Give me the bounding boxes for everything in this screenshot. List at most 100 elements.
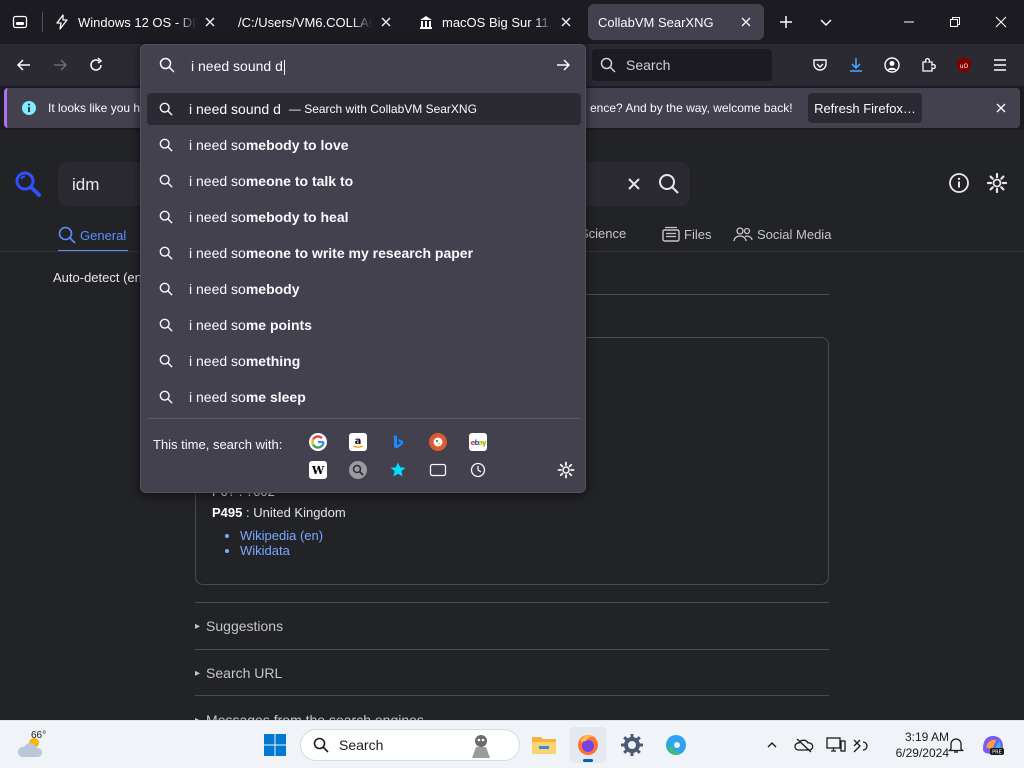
tab-general[interactable]: General bbox=[58, 226, 126, 244]
forward-button[interactable] bbox=[46, 51, 74, 79]
tab-title: /C:/Users/VM6.COLLABNET/ bbox=[238, 14, 372, 30]
tabs-icon[interactable] bbox=[429, 461, 447, 479]
minimize-button[interactable] bbox=[886, 0, 932, 44]
gear-icon[interactable] bbox=[557, 461, 575, 479]
link-wikipedia[interactable]: Wikipedia (en) bbox=[240, 528, 323, 543]
bing-icon[interactable] bbox=[389, 433, 407, 451]
accessibility-icon[interactable] bbox=[852, 735, 872, 755]
onedrive-offline-icon[interactable] bbox=[794, 735, 814, 755]
search-bar[interactable]: Search bbox=[592, 49, 772, 81]
suggestion-item[interactable]: i need so mebody bbox=[147, 273, 581, 305]
suggestion-item[interactable]: i need so mething bbox=[147, 345, 581, 377]
list-all-tabs-button[interactable] bbox=[812, 8, 840, 36]
tab-label: General bbox=[80, 227, 127, 243]
suggestion-item[interactable]: i need so me sleep bbox=[147, 381, 581, 413]
suggestion-completion: mething bbox=[245, 353, 301, 369]
edge-app[interactable] bbox=[658, 727, 694, 763]
folder-icon bbox=[532, 737, 556, 754]
extensions-button[interactable] bbox=[914, 51, 942, 79]
tab-science[interactable]: Science bbox=[580, 226, 626, 241]
infobox-key: P495 bbox=[212, 505, 243, 520]
device-icon[interactable] bbox=[826, 735, 846, 755]
suggestion-heuristic[interactable]: i need sound d — Search with CollabVM Se… bbox=[147, 93, 581, 125]
link-wikidata[interactable]: Wikidata bbox=[240, 543, 323, 558]
ublock-button[interactable]: uO bbox=[950, 51, 978, 79]
search-bar-placeholder: Search bbox=[626, 57, 671, 73]
search-icon[interactable] bbox=[658, 173, 680, 195]
wikipedia-icon[interactable]: W bbox=[309, 461, 327, 479]
file-explorer-app[interactable] bbox=[526, 727, 562, 763]
notifications-button[interactable] bbox=[946, 735, 966, 755]
pocket-button[interactable] bbox=[806, 51, 834, 79]
suggestion-prefix: i need so bbox=[189, 173, 246, 189]
window-close-button[interactable] bbox=[978, 0, 1024, 44]
gear-icon[interactable] bbox=[986, 172, 1008, 194]
section-engine-messages[interactable]: Messages from the search engines bbox=[195, 712, 424, 720]
back-button[interactable] bbox=[10, 51, 38, 79]
search-icon bbox=[159, 354, 173, 368]
close-icon[interactable] bbox=[202, 14, 218, 30]
bookmarks-star-icon[interactable] bbox=[389, 461, 407, 479]
close-icon[interactable] bbox=[378, 14, 394, 30]
system-clock[interactable]: 3:19 AM 6/29/2024 bbox=[877, 729, 949, 761]
tab-title: CollabVM SearXNG bbox=[598, 14, 714, 30]
search-icon bbox=[313, 737, 329, 753]
clear-icon[interactable] bbox=[624, 174, 644, 194]
tab-files[interactable]: Files bbox=[662, 226, 711, 242]
show-hidden-icons-button[interactable] bbox=[762, 735, 782, 755]
suggestion-item[interactable]: i need so me points bbox=[147, 309, 581, 341]
amazon-icon[interactable]: a bbox=[349, 433, 367, 451]
suggestion-completion: mebody to heal bbox=[245, 209, 349, 225]
clock-date: 6/29/2024 bbox=[895, 746, 949, 760]
menu-button[interactable] bbox=[986, 51, 1014, 79]
tab-local-file[interactable]: /C:/Users/VM6.COLLABNET/ bbox=[228, 4, 404, 40]
start-button[interactable] bbox=[263, 733, 287, 760]
tab-macos[interactable]: macOS Big Sur 11.0.1 ISO bbox=[408, 4, 584, 40]
search-icon bbox=[159, 138, 173, 152]
suggestion-prefix: i need so bbox=[189, 245, 246, 261]
history-clock-icon[interactable] bbox=[469, 461, 487, 479]
suggestion-item[interactable]: i need so mebody to love bbox=[147, 129, 581, 161]
section-search-url[interactable]: Search URL bbox=[195, 665, 282, 681]
restore-button[interactable] bbox=[932, 0, 978, 44]
suggestion-prefix: i need so bbox=[189, 317, 246, 333]
one-off-label: This time, search with: bbox=[153, 437, 283, 452]
notification-close-button[interactable] bbox=[991, 98, 1011, 118]
tab-searxng[interactable]: CollabVM SearXNG bbox=[588, 4, 764, 40]
searxng-logo-icon[interactable] bbox=[14, 170, 42, 198]
settings-gear-icon bbox=[621, 734, 643, 756]
searxng-engine-icon[interactable] bbox=[349, 461, 367, 479]
minimize-icon bbox=[904, 21, 914, 23]
weather-widget[interactable]: 66° bbox=[16, 729, 76, 761]
duckduckgo-icon[interactable] bbox=[429, 433, 447, 451]
tab-windows-12[interactable]: Windows 12 OS - DEMO bbox=[44, 4, 228, 40]
plus-icon bbox=[780, 16, 792, 28]
account-button[interactable] bbox=[878, 51, 906, 79]
reload-button[interactable] bbox=[82, 51, 110, 79]
settings-app[interactable] bbox=[614, 727, 650, 763]
account-icon bbox=[884, 57, 900, 73]
arrow-right-icon[interactable] bbox=[555, 57, 571, 73]
address-bar[interactable]: i need sound d bbox=[141, 45, 585, 85]
suggestion-item[interactable]: i need so meone to write my research pape… bbox=[147, 237, 581, 269]
new-tab-button[interactable] bbox=[772, 8, 800, 36]
search-highlight-icon bbox=[472, 735, 490, 758]
firefox-app[interactable] bbox=[570, 727, 606, 763]
address-bar-input[interactable]: i need sound d bbox=[191, 58, 285, 75]
copilot-button[interactable]: PRE bbox=[980, 733, 1006, 757]
close-icon[interactable] bbox=[558, 14, 574, 30]
info-icon[interactable] bbox=[948, 172, 970, 194]
google-icon[interactable] bbox=[309, 433, 327, 451]
language-autodetect[interactable]: Auto-detect (en bbox=[53, 270, 142, 285]
search-icon bbox=[159, 246, 173, 260]
close-icon[interactable] bbox=[738, 14, 754, 30]
suggestion-item[interactable]: i need so meone to talk to bbox=[147, 165, 581, 197]
downloads-button[interactable] bbox=[842, 51, 870, 79]
firefox-view-button[interactable] bbox=[6, 8, 34, 36]
suggestion-item[interactable]: i need so mebody to heal bbox=[147, 201, 581, 233]
taskbar-search[interactable]: Search bbox=[300, 729, 520, 761]
refresh-firefox-button[interactable]: Refresh Firefox… bbox=[808, 93, 922, 123]
ebay-icon[interactable]: ebay bbox=[469, 433, 487, 451]
tab-social-media[interactable]: Social Media bbox=[733, 226, 831, 242]
section-suggestions[interactable]: Suggestions bbox=[195, 618, 283, 634]
